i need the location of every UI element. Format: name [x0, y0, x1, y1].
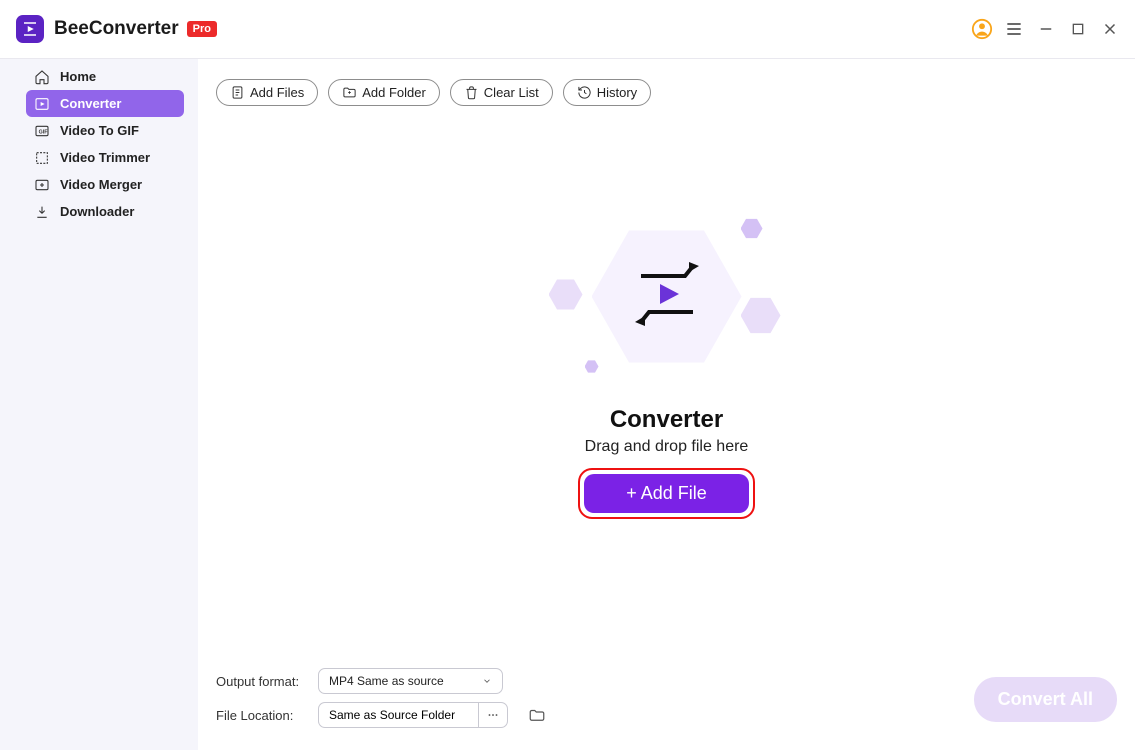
folder-plus-icon: [342, 85, 357, 100]
convert-loop-icon: [627, 254, 707, 334]
main-panel: Add Files Add Folder Clear List History: [198, 59, 1135, 750]
ellipsis-icon: [486, 708, 500, 722]
sidebar-item-label: Home: [60, 69, 96, 84]
user-icon[interactable]: [967, 14, 997, 44]
merger-icon: [34, 177, 50, 193]
window-close-icon[interactable]: [1095, 14, 1125, 44]
app-title: BeeConverter: [54, 18, 179, 40]
file-location-input[interactable]: [318, 702, 478, 728]
select-value: MP4 Same as source: [329, 674, 444, 688]
dropzone-title: Converter: [610, 406, 723, 434]
hamburger-menu-icon[interactable]: [999, 14, 1029, 44]
trash-icon: [464, 85, 479, 100]
dropzone-illustration: [557, 212, 777, 382]
sidebar-item-label: Downloader: [60, 204, 134, 219]
titlebar: BeeConverter Pro: [0, 0, 1135, 59]
add-files-button[interactable]: Add Files: [216, 79, 318, 106]
sidebar-item-video-to-gif[interactable]: GIF Video To GIF: [26, 117, 184, 144]
file-location-label: File Location:: [216, 708, 306, 723]
dropzone[interactable]: Converter Drag and drop file here + Add …: [198, 106, 1135, 664]
add-file-button[interactable]: + Add File: [584, 474, 749, 513]
sidebar-item-label: Video To GIF: [60, 123, 139, 138]
sidebar-item-label: Video Trimmer: [60, 150, 150, 165]
sidebar-item-label: Video Merger: [60, 177, 142, 192]
sidebar-item-home[interactable]: Home: [26, 63, 184, 90]
convert-all-button[interactable]: Convert All: [974, 677, 1117, 722]
window-maximize-icon[interactable]: [1063, 14, 1093, 44]
converter-icon: [34, 96, 50, 112]
gif-icon: GIF: [34, 123, 50, 139]
add-file-highlight: + Add File: [578, 468, 755, 519]
window-minimize-icon[interactable]: [1031, 14, 1061, 44]
app-logo: [16, 15, 44, 43]
dropzone-subtitle: Drag and drop file here: [585, 438, 749, 456]
chevron-down-icon: [482, 676, 492, 686]
sidebar-item-downloader[interactable]: Downloader: [26, 198, 184, 225]
file-plus-icon: [230, 85, 245, 100]
clear-list-button[interactable]: Clear List: [450, 79, 553, 106]
sidebar: Home Converter GIF Video To GIF Video Tr…: [0, 59, 198, 750]
add-folder-button[interactable]: Add Folder: [328, 79, 440, 106]
open-folder-icon[interactable]: [528, 706, 546, 724]
button-label: History: [597, 85, 637, 100]
browse-location-button[interactable]: [478, 702, 508, 728]
button-label: Add Files: [250, 85, 304, 100]
button-label: Clear List: [484, 85, 539, 100]
sidebar-item-label: Converter: [60, 96, 121, 111]
output-format-select[interactable]: MP4 Same as source: [318, 668, 503, 694]
svg-text:GIF: GIF: [39, 129, 49, 135]
download-icon: [34, 204, 50, 220]
toolbar: Add Files Add Folder Clear List History: [198, 59, 1135, 106]
trimmer-icon: [34, 150, 50, 166]
output-format-label: Output format:: [216, 674, 306, 689]
history-button[interactable]: History: [563, 79, 651, 106]
sidebar-item-video-merger[interactable]: Video Merger: [26, 171, 184, 198]
history-icon: [577, 85, 592, 100]
home-icon: [34, 69, 50, 85]
sidebar-item-converter[interactable]: Converter: [26, 90, 184, 117]
sidebar-item-video-trimmer[interactable]: Video Trimmer: [26, 144, 184, 171]
pro-badge: Pro: [187, 21, 217, 37]
button-label: Add Folder: [362, 85, 426, 100]
